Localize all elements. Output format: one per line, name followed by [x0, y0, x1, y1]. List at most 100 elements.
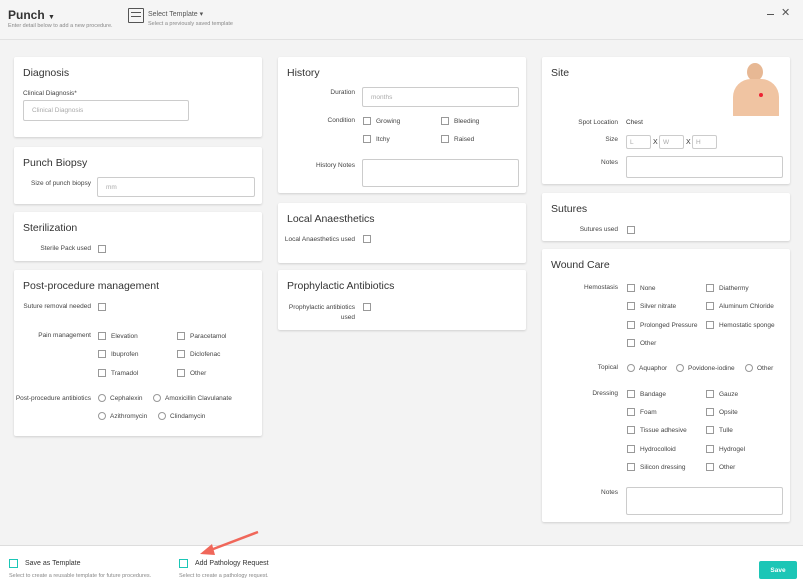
pain-checkbox-tramadol[interactable]: Tramadol — [98, 369, 138, 377]
clinical-diagnosis-input[interactable]: Clinical Diagnosis — [23, 100, 189, 121]
select-template-label: Select Template — [148, 11, 198, 18]
sutures-used-label: Sutures used — [579, 226, 618, 233]
select-template-dropdown[interactable]: Select Template ▾ — [148, 10, 203, 18]
hemo-other[interactable]: Other — [627, 339, 656, 347]
procedure-dropdown[interactable]: Punch ▼ — [8, 8, 55, 22]
hemo-hemostatic-sponge[interactable]: Hemostatic sponge — [706, 321, 775, 329]
dressing-label: Dressing — [592, 390, 618, 397]
footer — [0, 545, 803, 586]
sterilization-card: Sterilization Sterile Pack used — [14, 212, 262, 261]
dressing-other[interactable]: Other — [706, 463, 735, 471]
dressing-gauze[interactable]: Gauze — [706, 390, 738, 398]
card-title: Sutures — [551, 203, 588, 215]
punch-biopsy-card: Punch Biopsy Size of punch biopsy mm — [14, 147, 262, 204]
topical-label: Topical — [597, 364, 618, 371]
abx-radio-clindamycin[interactable]: Clindamycin — [158, 412, 205, 420]
pain-checkbox-elevation[interactable]: Elevation — [98, 332, 138, 340]
duration-input[interactable]: months — [362, 87, 519, 107]
card-title: History — [287, 67, 320, 79]
prophylactic-card: Prophylactic Antibiotics Prophylactic an… — [278, 270, 526, 330]
card-title: Diagnosis — [23, 67, 70, 79]
card-title: Site — [551, 67, 570, 79]
header: Punch ▼ Enter detail below to add a new … — [0, 0, 803, 40]
save-button[interactable]: Save — [759, 561, 797, 579]
pain-checkbox-ibuprofen[interactable]: Ibuprofen — [98, 350, 138, 358]
hemo-none[interactable]: None — [627, 284, 656, 292]
hemostasis-label: Hemostasis — [584, 284, 618, 291]
antibiotics-label: Post-procedure antibiotics — [15, 395, 91, 402]
site-card: Site Spot Location Chest Size L X W X H … — [542, 57, 790, 184]
clinical-diagnosis-label: Clinical Diagnosis* — [23, 90, 77, 97]
biopsy-size-label: Size of punch biopsy — [31, 180, 91, 187]
abx-radio-cephalexin[interactable]: Cephalexin — [98, 394, 143, 402]
annotation-arrow-icon — [200, 530, 259, 555]
minimize-icon[interactable] — [767, 14, 774, 15]
pain-checkbox-other[interactable]: Other — [177, 369, 206, 377]
hemo-prolonged-pressure[interactable]: Prolonged Pressure — [627, 321, 697, 329]
size-label: Size — [605, 136, 618, 143]
hemo-aluminum-chloride[interactable]: Aluminum Chloride — [706, 302, 774, 310]
caret-down-icon: ▾ — [199, 11, 204, 18]
topical-povidone-iodine[interactable]: Povidone-iodine — [676, 364, 735, 372]
diagnosis-card: Diagnosis Clinical Diagnosis* Clinical D… — [14, 57, 262, 137]
history-notes-label: History Notes — [315, 162, 355, 169]
abx-radio-azithromycin[interactable]: Azithromycin — [98, 412, 147, 420]
size-width-input[interactable]: W — [659, 135, 684, 149]
pain-management-label: Pain management — [38, 332, 91, 339]
local-anaesthetics-checkbox[interactable] — [363, 235, 376, 243]
dressing-foam[interactable]: Foam — [627, 408, 657, 416]
spot-location-value: Chest — [626, 119, 643, 126]
dressing-bandage[interactable]: Bandage — [627, 390, 666, 398]
prophylactic-checkbox[interactable] — [363, 303, 376, 311]
wound-care-card: Wound Care Hemostasis None Diathermy Sil… — [542, 249, 790, 522]
pain-checkbox-diclofenac[interactable]: Diclofenac — [177, 350, 220, 358]
body-diagram-image[interactable] — [729, 61, 784, 116]
pain-checkbox-paracetamol[interactable]: Paracetamol — [177, 332, 227, 340]
biopsy-size-input[interactable]: mm — [97, 177, 255, 197]
card-title: Wound Care — [551, 259, 610, 271]
duration-label: Duration — [330, 89, 355, 96]
prophylactic-label: Prophylactic antibiotics used — [288, 304, 355, 321]
condition-itchy[interactable]: Itchy — [363, 135, 390, 143]
condition-bleeding[interactable]: Bleeding — [441, 117, 479, 125]
suture-removal-label: Suture removal needed — [23, 303, 91, 310]
dressing-opsite[interactable]: Opsite — [706, 408, 738, 416]
size-height-input[interactable]: H — [692, 135, 717, 149]
close-icon[interactable]: ✕ — [781, 6, 790, 19]
site-notes-label: Notes — [601, 159, 618, 166]
sutures-card: Sutures Sutures used — [542, 193, 790, 241]
dressing-hydrogel[interactable]: Hydrogel — [706, 445, 745, 453]
topical-other[interactable]: Other — [745, 364, 773, 372]
dressing-hydrocolloid[interactable]: Hydrocolloid — [627, 445, 676, 453]
card-title: Local Anaesthetics — [287, 213, 375, 225]
dressing-silicon[interactable]: Silicon dressing — [627, 463, 686, 471]
card-title: Punch Biopsy — [23, 157, 88, 169]
pathology-hint: Select to create a pathology request. — [179, 573, 269, 579]
times-symbol: X — [653, 139, 658, 146]
hemo-diathermy[interactable]: Diathermy — [706, 284, 749, 292]
sterile-pack-checkbox[interactable] — [98, 245, 111, 253]
spot-location-label: Spot Location — [578, 119, 618, 126]
abx-radio-amoxicillin[interactable]: Amoxicillin Clavulanate — [153, 394, 232, 402]
dressing-tissue-adhesive[interactable]: Tissue adhesive — [627, 426, 687, 434]
topical-aquaphor[interactable]: Aquaphor — [627, 364, 667, 372]
sutures-used-checkbox[interactable] — [627, 226, 640, 234]
history-notes-input[interactable] — [362, 159, 519, 187]
spot-marker — [759, 93, 763, 97]
header-subtitle: Enter detail below to add a new procedur… — [8, 23, 113, 29]
condition-raised[interactable]: Raised — [441, 135, 474, 143]
template-subtitle: Select a previously saved template — [148, 21, 233, 27]
local-anaesthetics-label: Local Anaesthetics used — [284, 236, 355, 243]
wound-notes-input[interactable] — [626, 487, 783, 515]
condition-growing[interactable]: Growing — [363, 117, 400, 125]
condition-label: Condition — [327, 117, 355, 124]
card-title: Post-procedure management — [23, 280, 159, 292]
dressing-tulle[interactable]: Tulle — [706, 426, 733, 434]
template-icon[interactable] — [128, 8, 144, 23]
site-notes-input[interactable] — [626, 156, 783, 178]
suture-removal-checkbox[interactable] — [98, 303, 111, 311]
add-pathology-checkbox[interactable]: Add Pathology Request — [179, 559, 269, 568]
size-length-input[interactable]: L — [626, 135, 651, 149]
save-as-template-checkbox[interactable]: Save as Template — [9, 559, 81, 568]
hemo-silver-nitrate[interactable]: Silver nitrate — [627, 302, 676, 310]
